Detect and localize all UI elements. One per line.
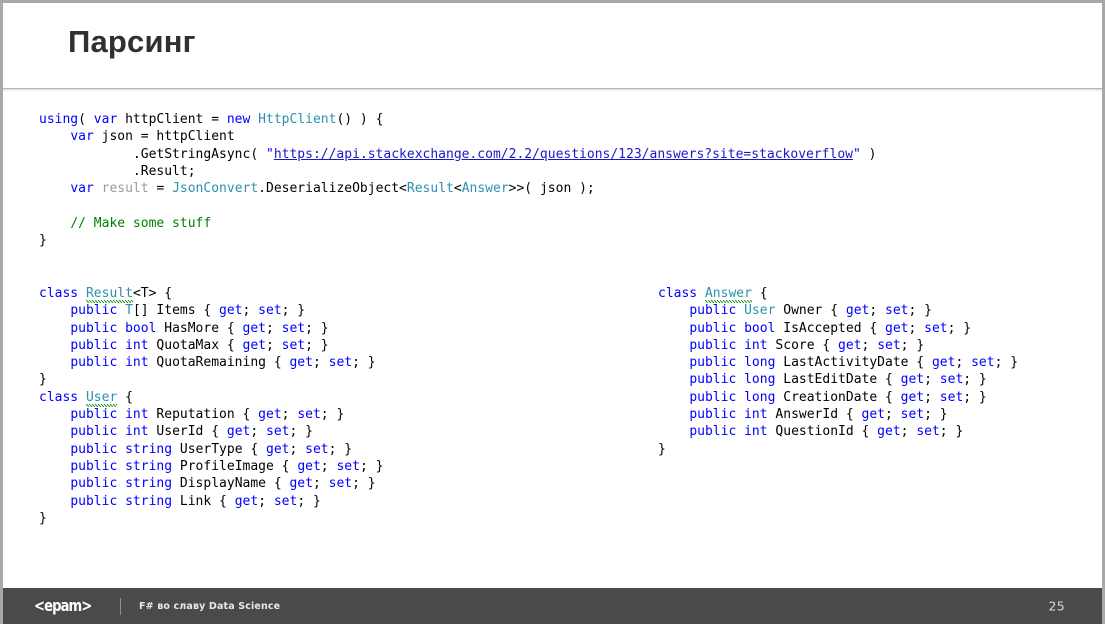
slide: Парсинг using( var httpClient = new Http…: [0, 0, 1105, 624]
slide-footer: <epam> F# во славу Data Science 25: [3, 588, 1102, 624]
code-content: using( var httpClient = new HttpClient()…: [3, 99, 1102, 589]
footer-divider: [120, 597, 121, 615]
page-number: 25: [1048, 598, 1065, 614]
page-title: Парсинг: [68, 24, 196, 59]
epam-logo: <epam>: [34, 596, 92, 615]
code-block-right: class Answer { public User Owner { get; …: [658, 286, 1019, 457]
url-link[interactable]: https://api.stackexchange.com/2.2/questi…: [274, 147, 853, 162]
code-comment: // Make some stuff: [70, 215, 212, 231]
code-block-left: class Result<T> { public T[] Items { get…: [39, 286, 384, 526]
slide-header: Парсинг: [3, 3, 1102, 87]
title-divider-shadow: [3, 89, 1102, 92]
footer-tagline: F# во славу Data Science: [139, 600, 281, 612]
code-block-main: using( var httpClient = new HttpClient()…: [39, 112, 877, 249]
